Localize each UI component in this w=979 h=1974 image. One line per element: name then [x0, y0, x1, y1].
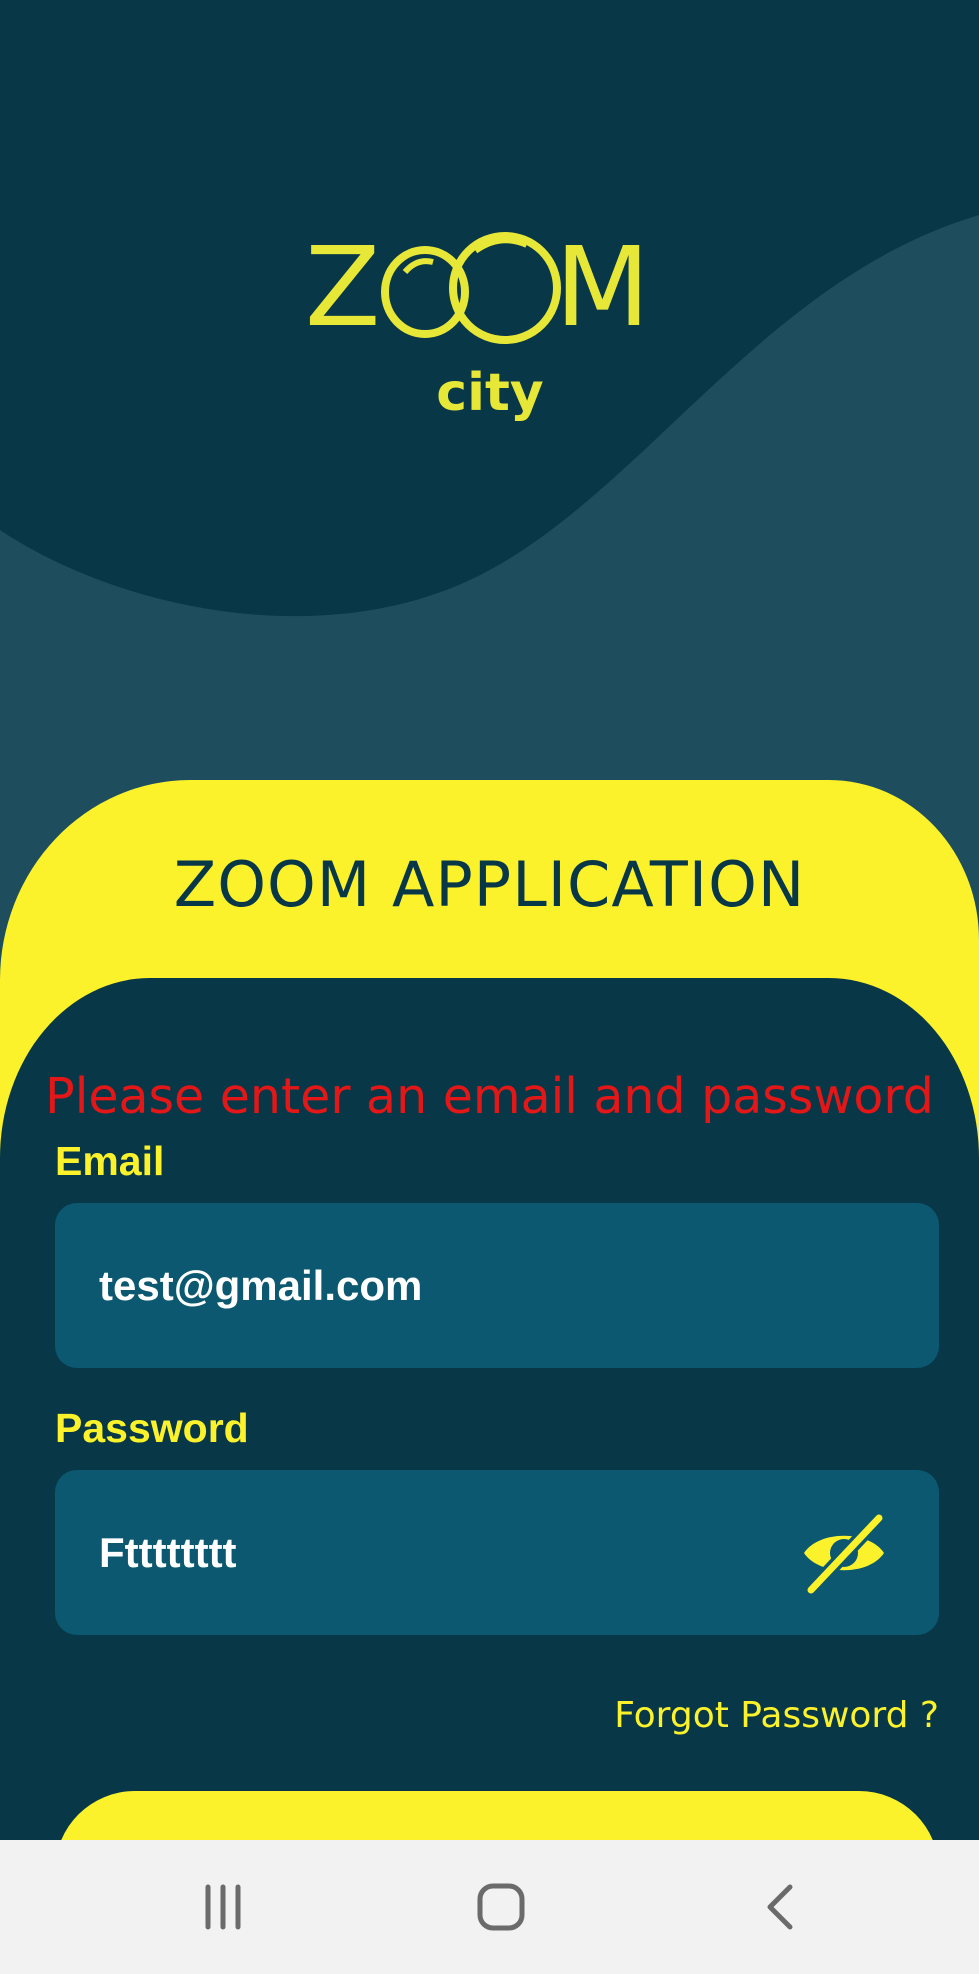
recent-apps-button[interactable]	[148, 1840, 298, 1974]
email-label: Email	[55, 1138, 165, 1184]
svg-text:M: M	[555, 223, 650, 351]
password-field[interactable]: Ftttttttt	[55, 1470, 939, 1635]
recent-apps-icon	[205, 1884, 241, 1930]
email-field[interactable]: test@gmail.com	[55, 1203, 939, 1368]
error-message: Please enter an email and password	[45, 1068, 934, 1125]
page-title: ZOOM APPLICATION	[173, 848, 806, 921]
password-value[interactable]: Ftttttttt	[99, 1470, 237, 1635]
system-nav-bar	[0, 1840, 979, 1974]
home-button[interactable]	[426, 1840, 576, 1974]
back-button[interactable]	[705, 1840, 855, 1974]
login-screen: Z M city ZOOM APPLICATION Please enter a…	[0, 0, 979, 1840]
forgot-password-link[interactable]: Forgot Password ?	[614, 1695, 939, 1736]
login-button[interactable]	[55, 1791, 939, 1840]
password-label: Password	[55, 1405, 249, 1451]
svg-text:Z: Z	[305, 223, 380, 351]
email-value[interactable]: test@gmail.com	[99, 1203, 422, 1368]
zoom-city-logo: Z M city	[0, 210, 979, 440]
logo-sub-text: city	[436, 363, 543, 423]
logo-graphic: Z M city	[305, 223, 650, 423]
home-icon	[477, 1883, 525, 1931]
eye-off-icon[interactable]	[799, 1508, 889, 1598]
back-icon	[767, 1884, 793, 1930]
